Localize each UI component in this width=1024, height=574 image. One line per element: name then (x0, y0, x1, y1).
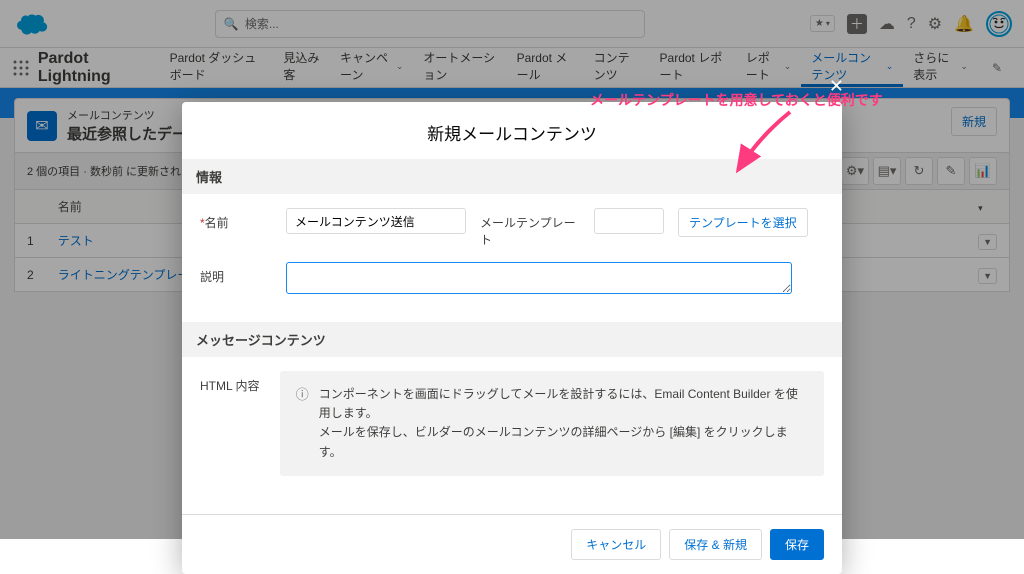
cancel-button[interactable]: キャンセル (571, 529, 661, 560)
html-label: HTML 内容 (200, 371, 266, 394)
html-info-box: ⓘ コンポーネントを画面にドラッグしてメールを設計するには、Email Cont… (280, 371, 824, 476)
annotation-arrow (720, 106, 810, 186)
info-icon: ⓘ (296, 385, 309, 462)
template-input[interactable] (594, 208, 664, 234)
section-message: メッセージコンテンツ (182, 322, 842, 357)
desc-label: 説明 (200, 262, 272, 285)
save-and-new-button[interactable]: 保存 & 新規 (669, 529, 762, 560)
save-button[interactable]: 保存 (770, 529, 824, 560)
select-template-button[interactable]: テンプレートを選択 (678, 208, 808, 237)
desc-input[interactable] (286, 262, 792, 294)
template-label: メールテンプレート (480, 208, 580, 248)
name-input[interactable] (286, 208, 466, 234)
name-label: *名前 (200, 208, 272, 231)
